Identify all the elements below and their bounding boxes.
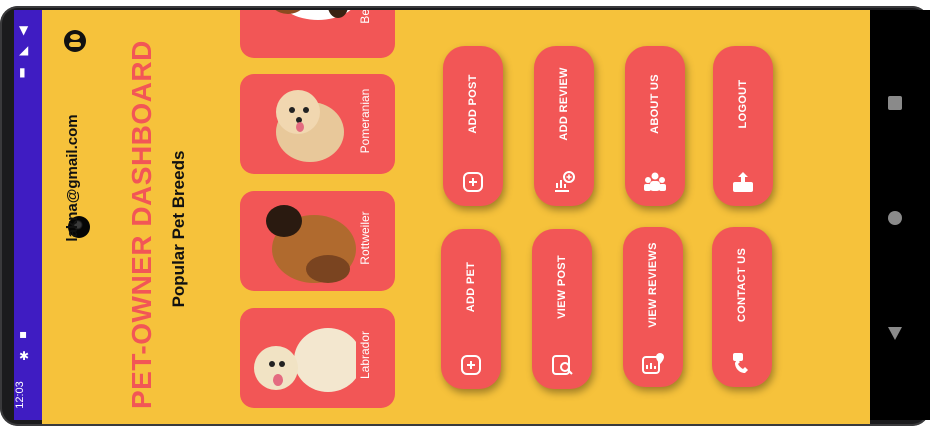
wifi-icon: ◢ <box>19 43 29 57</box>
section-subtitle: Popular Pet Breeds <box>169 150 188 308</box>
phone-chat-icon <box>733 353 748 373</box>
user-avatar-icon[interactable] <box>64 30 86 52</box>
breed-card-beagle[interactable]: Beagle <box>240 10 395 58</box>
button-label: ADD PET <box>465 261 477 313</box>
chart-location-icon <box>642 353 664 374</box>
add-pet-button[interactable]: ADD PET <box>441 229 501 389</box>
contact-us-button[interactable]: CONTACT US <box>712 227 772 387</box>
button-label: ADD POST <box>467 74 479 134</box>
breed-card-pomeranian[interactable]: Pomeranian <box>240 74 395 174</box>
settings-gear-icon: ✱ <box>19 349 30 363</box>
beagle-image <box>275 10 351 20</box>
add-review-button[interactable]: ADD REVIEW <box>534 46 594 206</box>
page-title: PET-OWNER DASHBOARD <box>126 40 157 409</box>
button-label: ADD REVIEW <box>558 67 570 141</box>
user-email: lakna@gmail.com <box>64 114 81 242</box>
breed-name: Beagle <box>358 10 372 55</box>
status-time-text: 12:03 <box>13 381 26 409</box>
battery-icon: ▮ <box>19 65 26 79</box>
button-label: VIEW POST <box>556 255 568 319</box>
chart-add-icon <box>555 171 575 192</box>
search-doc-icon <box>552 355 573 375</box>
sim-icon: ▪ <box>19 327 28 341</box>
breed-name: Pomeranian <box>358 88 372 154</box>
status-time: 12:03 <box>14 375 42 419</box>
rottweiler-image <box>266 205 356 283</box>
view-post-button[interactable]: VIEW POST <box>532 229 592 389</box>
app-screen: lakna@gmail.com PET-OWNER DASHBOARD Popu… <box>42 10 870 424</box>
button-label: LOGOUT <box>737 79 749 129</box>
button-label: CONTACT US <box>736 247 748 323</box>
navigation-bar <box>870 10 930 420</box>
home-circle-icon[interactable] <box>887 210 903 226</box>
upload-tray-icon <box>733 172 753 192</box>
breed-card-rottweiler[interactable]: Rottweiler <box>240 191 395 291</box>
button-label: VIEW REVIEWS <box>647 242 659 328</box>
back-triangle-icon[interactable] <box>887 325 903 341</box>
breed-name: Rottweiler <box>358 211 372 265</box>
group-icon <box>644 172 666 191</box>
recents-square-icon[interactable] <box>887 95 903 111</box>
breed-card-labrador[interactable]: Labrador <box>240 308 395 408</box>
signal-icon: ▼ <box>19 23 29 37</box>
about-us-button[interactable]: ABOUT US <box>625 46 685 206</box>
view-reviews-button[interactable]: VIEW REVIEWS <box>623 227 683 387</box>
add-square-icon <box>461 355 481 375</box>
breed-name: Labrador <box>358 330 372 380</box>
status-bar: ▼ ◢ ▮ ▪ ✱ 12:03 <box>14 10 42 420</box>
add-square-icon <box>463 172 483 192</box>
add-post-button[interactable]: ADD POST <box>443 46 503 206</box>
button-label: ABOUT US <box>649 74 661 134</box>
pomeranian-image <box>276 90 344 162</box>
logout-button[interactable]: LOGOUT <box>713 46 773 206</box>
labrador-image <box>254 328 356 392</box>
